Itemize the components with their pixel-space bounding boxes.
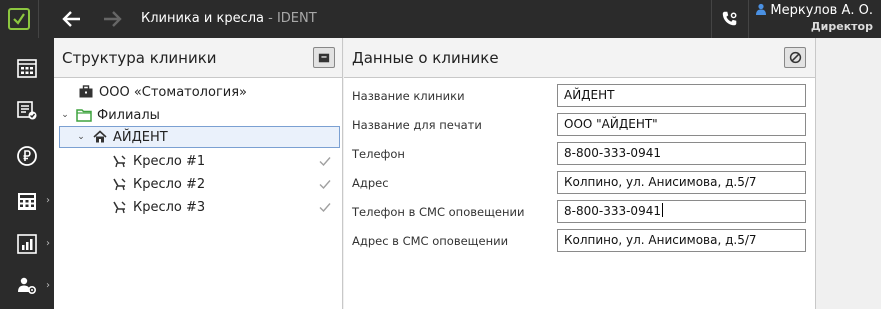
- chevron-right-icon: ›: [46, 238, 50, 249]
- check-icon: [319, 180, 331, 190]
- field-label: Адрес в СМС оповещении: [352, 234, 509, 248]
- clinic-structure-panel: Структура клиники ООО «Стоматология» ⌄ Ф…: [54, 38, 343, 309]
- divider: [748, 0, 749, 38]
- users-settings-icon: [18, 277, 37, 295]
- panel-header: Данные о клинике: [344, 38, 815, 78]
- user-role: Директор: [810, 20, 873, 33]
- dental-chair-icon: [112, 199, 128, 215]
- sidebar-item-finance[interactable]: [0, 136, 54, 176]
- chevron-right-icon: ›: [46, 195, 50, 206]
- field-label: Телефон: [352, 147, 405, 161]
- check-icon: [319, 157, 331, 167]
- tree-item-organization[interactable]: ООО «Стоматология»: [62, 81, 338, 103]
- sidebar-item-documents[interactable]: [0, 90, 54, 130]
- checkbox-logo-icon: [8, 8, 30, 30]
- block-icon: [789, 51, 801, 64]
- sms-phone-input[interactable]: 8-800-333-0941: [557, 200, 806, 223]
- sms-phone-value: 8-800-333-0941: [564, 204, 661, 218]
- window-title-main: Клиника и кресла: [141, 11, 264, 26]
- sidebar-item-reports[interactable]: ›: [0, 224, 54, 264]
- print-name-input[interactable]: ООО "АЙДЕНТ": [557, 113, 806, 136]
- tree-item-branches[interactable]: ⌄ Филиалы: [60, 104, 336, 126]
- tree-item-label: ООО «Стоматология»: [99, 84, 248, 100]
- tree-item-label: Кресло #2: [133, 176, 206, 192]
- dental-chair-icon: [112, 176, 128, 192]
- tree-item-label: Кресло #3: [133, 199, 206, 215]
- field-print-name: Название для печати ООО "АЙДЕНТ": [344, 113, 816, 137]
- clinic-data-panel: Данные о клинике Название клиники АЙДЕНТ…: [344, 38, 816, 309]
- field-label: Адрес: [352, 176, 389, 190]
- schedule-grid-icon: [17, 59, 37, 78]
- chevron-right-icon: ›: [46, 280, 50, 291]
- tree-item-label: АЙДЕНТ: [113, 129, 168, 145]
- check-icon: [319, 203, 331, 213]
- field-label: Название для печати: [352, 118, 482, 132]
- tree-item-label: Филиалы: [97, 107, 160, 123]
- user-name-row: Меркулов А. О.: [755, 3, 873, 19]
- window-title: Клиника и кресла - IDENT: [141, 11, 317, 26]
- divider: [38, 0, 39, 38]
- documents-check-icon: [17, 101, 37, 120]
- sidebar: › › ›: [0, 38, 54, 309]
- panel-header: Структура клиники: [54, 38, 342, 78]
- tree-item-label: Кресло #1: [133, 153, 206, 169]
- tree-item-clinic[interactable]: ⌄ АЙДЕНТ: [59, 126, 340, 148]
- dental-chair-icon: [112, 153, 128, 169]
- back-button[interactable]: [60, 8, 84, 30]
- phone-settings-button[interactable]: [712, 0, 748, 38]
- chevron-down-icon[interactable]: ⌄: [60, 110, 70, 120]
- calendar-calculator-icon: [18, 193, 36, 210]
- panel-menu-button[interactable]: [313, 47, 335, 68]
- app-logo[interactable]: [0, 0, 38, 38]
- phone-settings-icon: [722, 11, 737, 26]
- sidebar-item-calculator[interactable]: ›: [0, 181, 54, 221]
- phone-input[interactable]: 8-800-333-0941: [557, 142, 806, 165]
- user-name: Меркулов А. О.: [770, 3, 873, 18]
- empty-area: [817, 38, 881, 309]
- field-clinic-name: Название клиники АЙДЕНТ: [344, 84, 816, 108]
- arrow-right-icon: [104, 11, 122, 27]
- disable-button[interactable]: [784, 47, 806, 68]
- panel-title: Данные о клинике: [352, 49, 499, 67]
- briefcase-icon: [78, 84, 94, 100]
- forward-button[interactable]: [100, 8, 124, 30]
- home-icon: [92, 129, 108, 145]
- field-sms-phone: Телефон в СМС оповещении 8-800-333-0941: [344, 200, 816, 224]
- clinic-name-input[interactable]: АЙДЕНТ: [557, 84, 806, 107]
- field-address: Адрес Колпино, ул. Анисимова, д.5/7: [344, 171, 816, 195]
- folder-icon: [76, 107, 92, 123]
- user-menu[interactable]: Меркулов А. О. Директор: [755, 3, 873, 35]
- field-sms-address: Адрес в СМС оповещении Колпино, ул. Анис…: [344, 229, 816, 253]
- field-label: Телефон в СМС оповещении: [352, 205, 525, 219]
- top-bar: Клиника и кресла - IDENT Меркулов А. О. …: [0, 0, 881, 38]
- tree-item-chair[interactable]: Кресло #2: [112, 173, 338, 195]
- sidebar-item-staff[interactable]: ›: [0, 266, 54, 306]
- chevron-down-icon[interactable]: ⌄: [76, 132, 86, 142]
- tree-item-chair[interactable]: Кресло #3: [112, 196, 338, 218]
- ruble-icon: [17, 146, 37, 166]
- panel-title: Структура клиники: [62, 49, 217, 67]
- field-label: Название клиники: [352, 89, 465, 103]
- tree-item-chair[interactable]: Кресло #1: [112, 150, 338, 172]
- text-caret: [661, 203, 663, 217]
- reports-chart-icon: [17, 234, 37, 254]
- user-icon: [756, 3, 767, 15]
- field-phone: Телефон 8-800-333-0941: [344, 142, 816, 166]
- sms-address-input[interactable]: Колпино, ул. Анисимова, д.5/7: [557, 229, 806, 252]
- address-input[interactable]: Колпино, ул. Анисимова, д.5/7: [557, 171, 806, 194]
- archive-icon: [318, 53, 330, 62]
- window-title-sub: - IDENT: [264, 11, 317, 26]
- arrow-left-icon: [62, 11, 80, 27]
- sidebar-item-schedule[interactable]: [0, 48, 54, 88]
